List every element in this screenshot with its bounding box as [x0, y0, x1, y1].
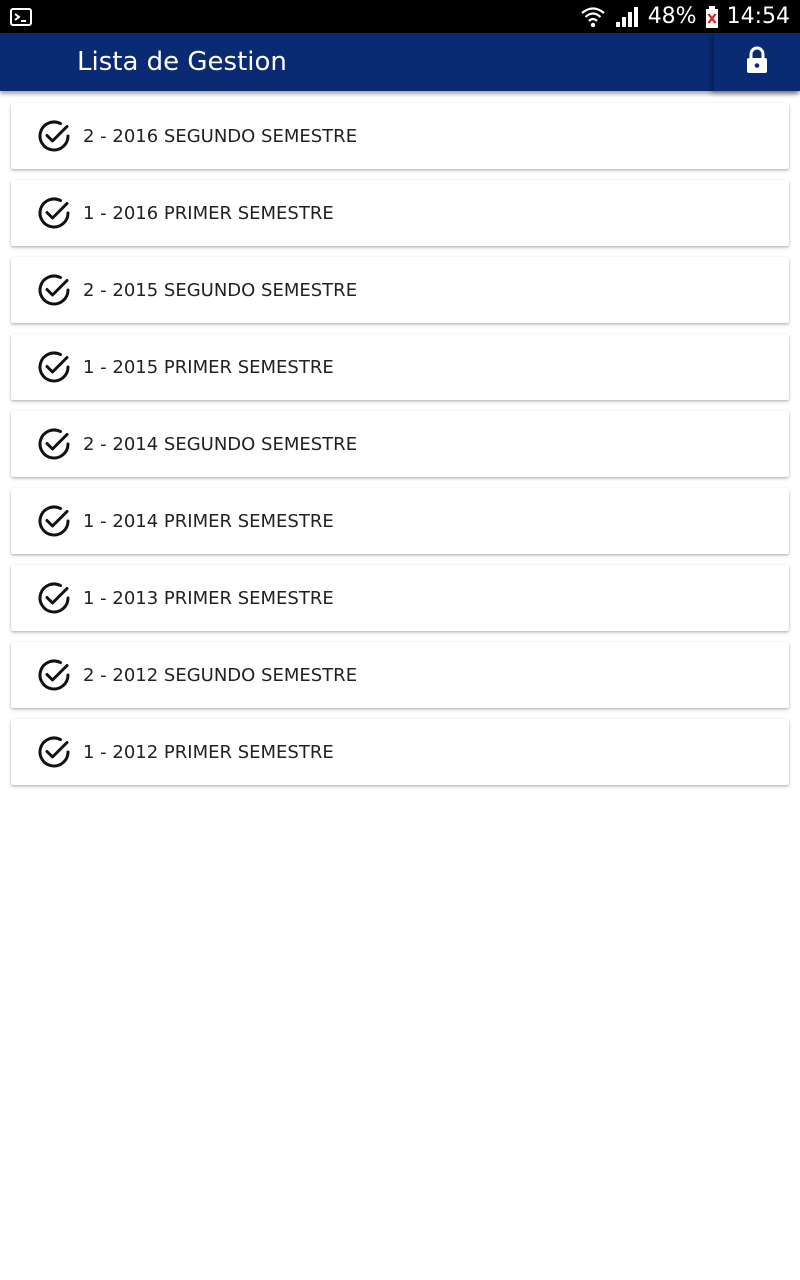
page-title: Lista de Gestion — [77, 47, 287, 77]
check-circle-icon — [35, 425, 73, 463]
lock-icon — [745, 46, 769, 79]
list-item[interactable]: 1 - 2015 PRIMER SEMESTRE — [11, 334, 789, 400]
status-time: 14:54 — [726, 4, 790, 29]
list-item-label: 1 - 2013 PRIMER SEMESTRE — [83, 587, 334, 609]
gestion-list: 2 - 2016 SEGUNDO SEMESTRE 1 - 2016 PRIME… — [11, 103, 789, 796]
status-right: 48% 14:54 — [580, 4, 790, 29]
check-circle-icon — [35, 733, 73, 771]
app-bar: Lista de Gestion — [0, 33, 800, 91]
list-item-label: 2 - 2012 SEGUNDO SEMESTRE — [83, 664, 358, 686]
terminal-notification-icon — [10, 7, 32, 27]
list-item[interactable]: 2 - 2014 SEGUNDO SEMESTRE — [11, 411, 789, 477]
list-item[interactable]: 2 - 2012 SEGUNDO SEMESTRE — [11, 642, 789, 708]
status-left — [10, 7, 32, 27]
signal-icon — [614, 5, 640, 29]
list-item-label: 1 - 2012 PRIMER SEMESTRE — [83, 741, 334, 763]
list-item[interactable]: 1 - 2014 PRIMER SEMESTRE — [11, 488, 789, 554]
list-item-label: 2 - 2015 SEGUNDO SEMESTRE — [83, 279, 358, 301]
list-item[interactable]: 1 - 2012 PRIMER SEMESTRE — [11, 719, 789, 785]
check-circle-icon — [35, 502, 73, 540]
list-item-label: 1 - 2016 PRIMER SEMESTRE — [83, 202, 334, 224]
check-circle-icon — [35, 348, 73, 386]
list-item-label: 2 - 2014 SEGUNDO SEMESTRE — [83, 433, 358, 455]
check-circle-icon — [35, 194, 73, 232]
list-item[interactable]: 1 - 2016 PRIMER SEMESTRE — [11, 180, 789, 246]
battery-percentage: 48% — [647, 4, 697, 29]
list-item[interactable]: 1 - 2013 PRIMER SEMESTRE — [11, 565, 789, 631]
list-item[interactable]: 2 - 2015 SEGUNDO SEMESTRE — [11, 257, 789, 323]
check-circle-icon — [35, 656, 73, 694]
status-bar: 48% 14:54 — [0, 0, 800, 33]
list-item[interactable]: 2 - 2016 SEGUNDO SEMESTRE — [11, 103, 789, 169]
list-item-label: 2 - 2016 SEGUNDO SEMESTRE — [83, 125, 358, 147]
lock-button[interactable] — [714, 33, 800, 91]
check-circle-icon — [35, 271, 73, 309]
wifi-icon — [580, 5, 606, 29]
list-item-label: 1 - 2014 PRIMER SEMESTRE — [83, 510, 334, 532]
check-circle-icon — [35, 579, 73, 617]
check-circle-icon — [35, 117, 73, 155]
battery-icon — [705, 5, 719, 29]
list-item-label: 1 - 2015 PRIMER SEMESTRE — [83, 356, 334, 378]
